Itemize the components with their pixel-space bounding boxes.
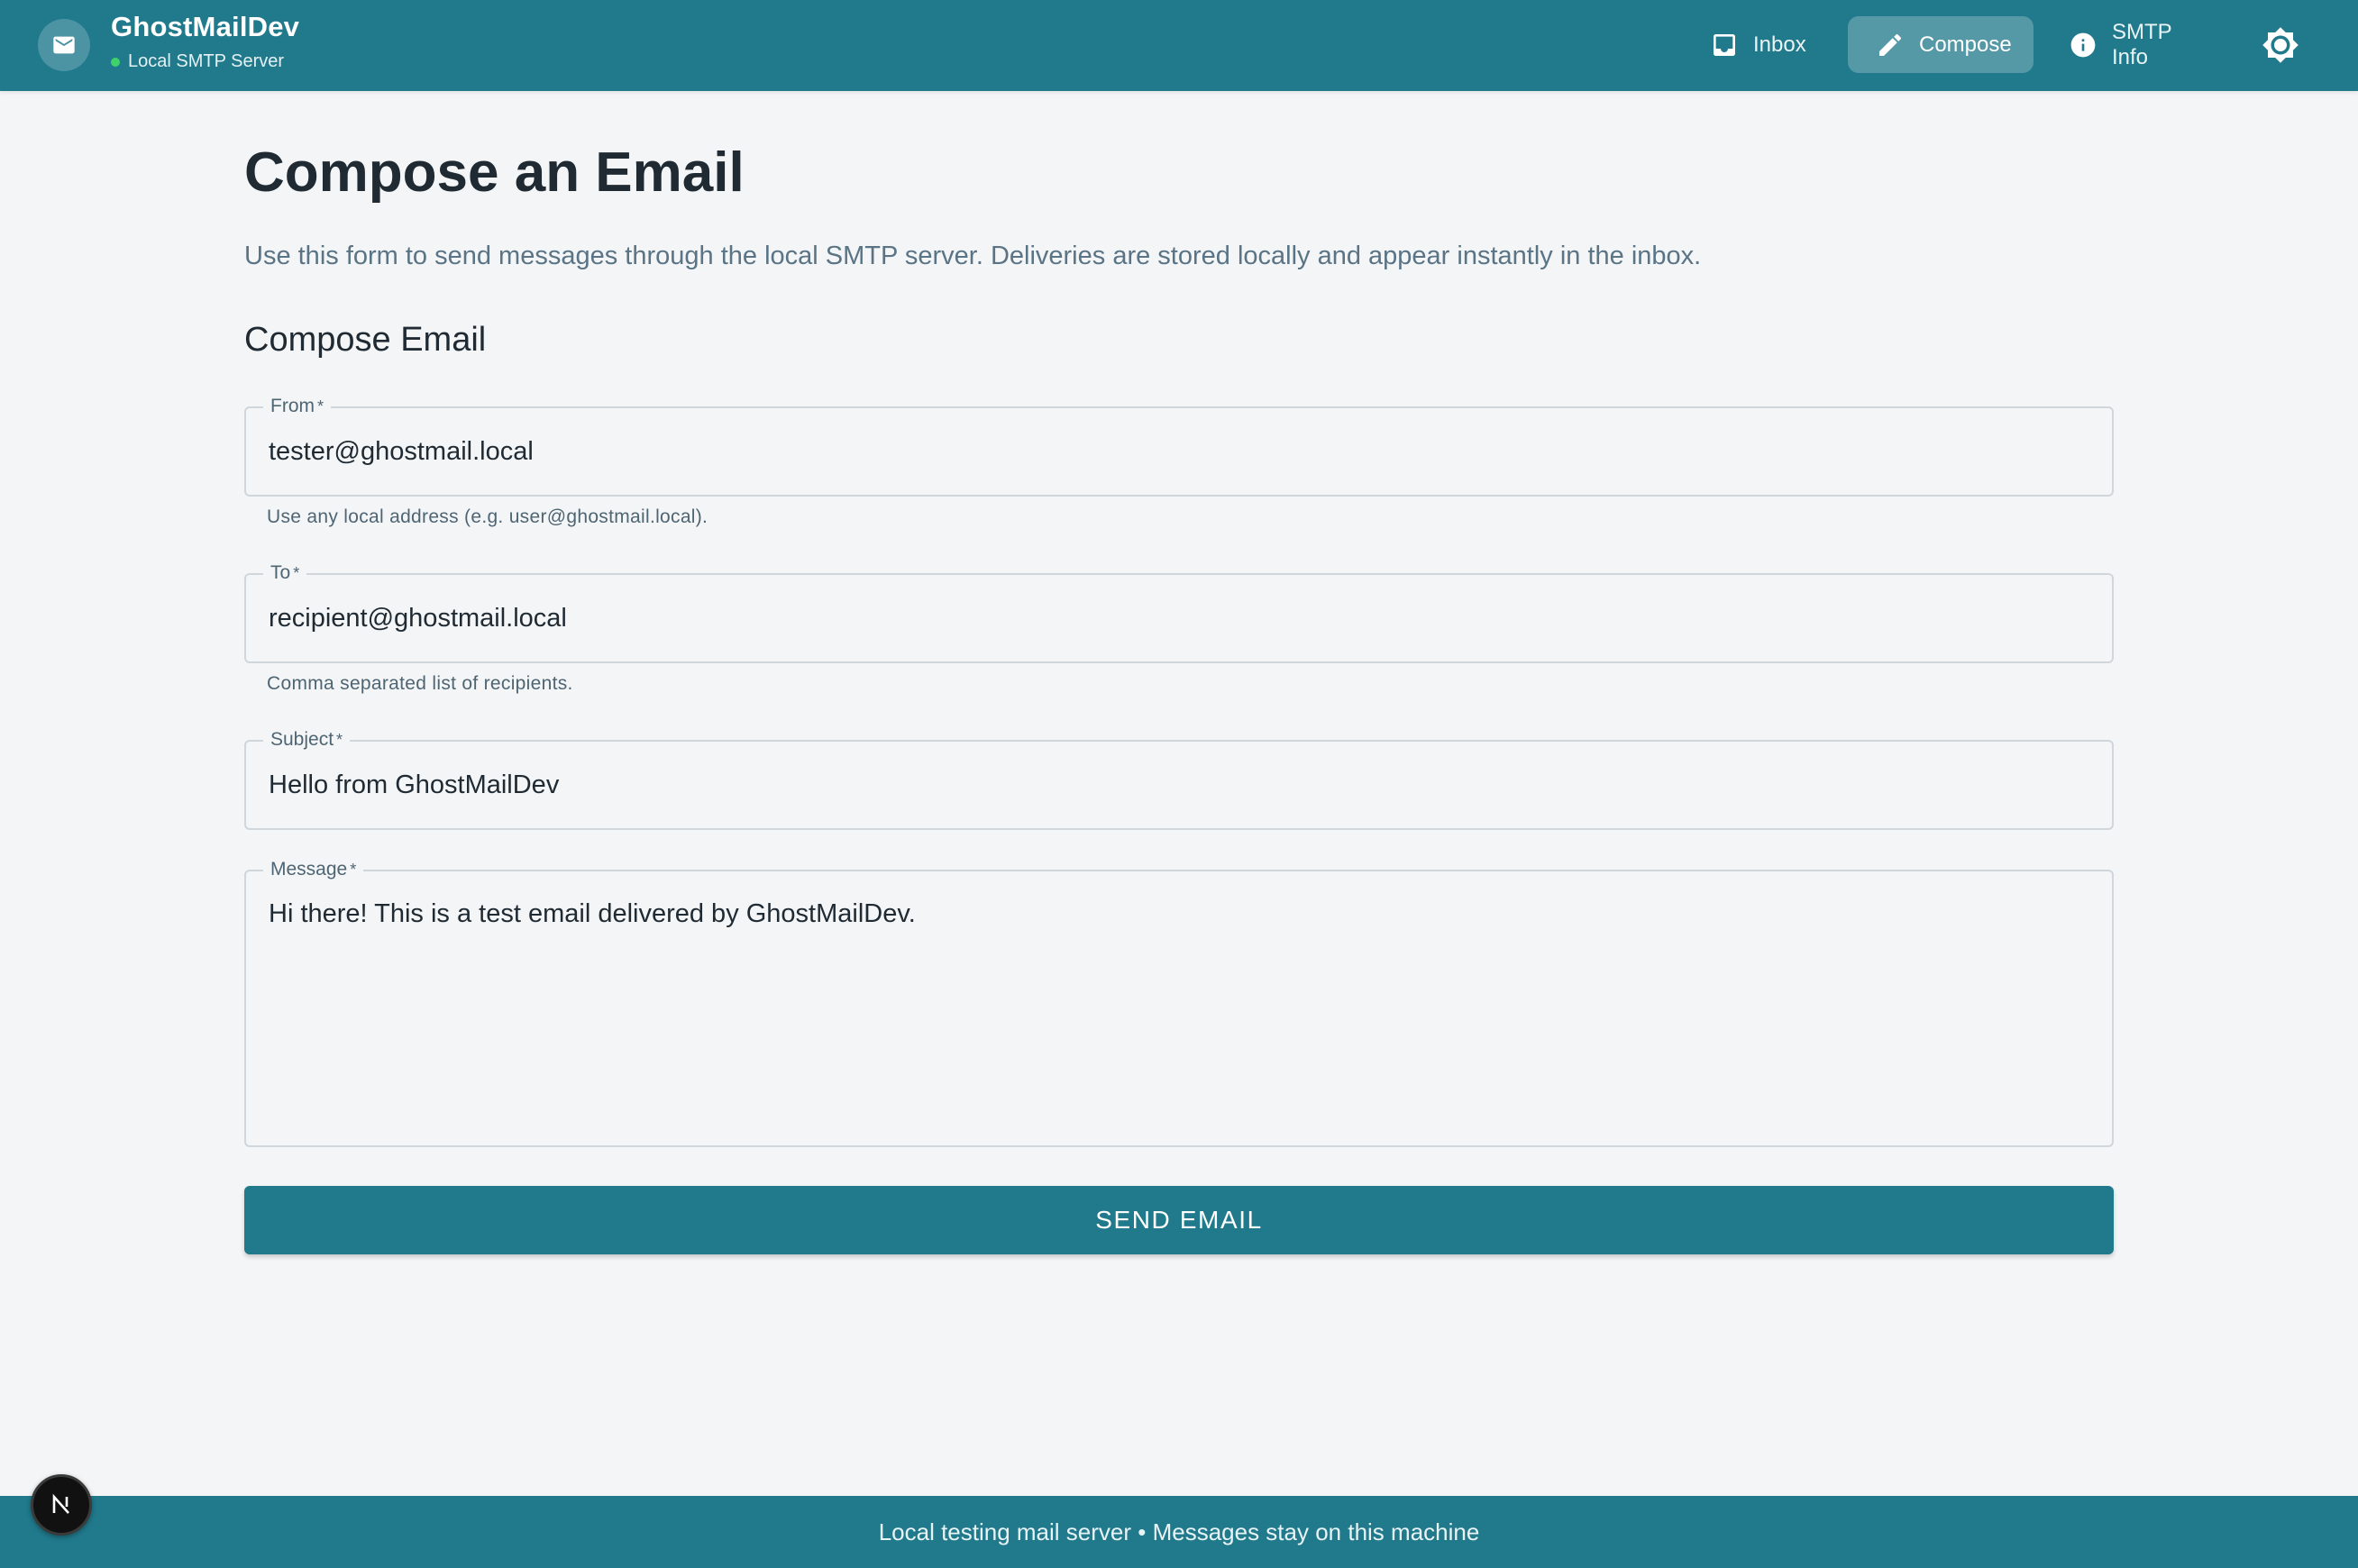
status-dot-icon bbox=[111, 57, 120, 67]
message-label: Message * bbox=[263, 857, 364, 882]
from-value[interactable]: tester@ghostmail.local bbox=[269, 437, 534, 467]
to-label-text: To bbox=[270, 562, 291, 583]
info-icon bbox=[2070, 32, 2096, 57]
server-status-text: Local SMTP Server bbox=[128, 51, 285, 71]
page-description: Use this form to send messages through t… bbox=[244, 242, 1702, 270]
required-mark: * bbox=[317, 397, 324, 415]
inbox-icon bbox=[1714, 33, 1735, 56]
app-header: GhostMailDev Local SMTP Server Inbox Com… bbox=[0, 0, 2358, 91]
required-mark: * bbox=[336, 731, 343, 749]
form-title: Compose Email bbox=[244, 321, 487, 359]
theme-toggle-button[interactable] bbox=[2254, 19, 2307, 71]
app-name: GhostMailDev bbox=[111, 11, 300, 42]
subject-field[interactable]: Subject * Hello from GhostMailDev bbox=[244, 727, 2114, 830]
subject-label: Subject * bbox=[263, 727, 351, 752]
app-footer: Local testing mail server • Messages sta… bbox=[0, 1496, 2358, 1568]
subject-label-text: Subject bbox=[270, 729, 334, 750]
subject-value[interactable]: Hello from GhostMailDev bbox=[269, 770, 559, 800]
server-status: Local SMTP Server bbox=[111, 51, 284, 72]
message-field[interactable]: Message * Hi there! This is a test email … bbox=[244, 857, 2114, 1147]
from-label-text: From bbox=[270, 396, 315, 416]
to-helper-text: Comma separated list of recipients. bbox=[267, 673, 573, 694]
required-mark: * bbox=[293, 564, 300, 582]
sun-icon bbox=[2262, 27, 2299, 63]
required-mark: * bbox=[350, 861, 357, 879]
nav-smtp-info-label: SMTP Info bbox=[2112, 19, 2172, 69]
send-email-button[interactable]: SEND EMAIL bbox=[244, 1186, 2114, 1254]
to-field[interactable]: To * recipient@ghostmail.local bbox=[244, 561, 2114, 663]
next-logo-icon bbox=[52, 1493, 69, 1514]
nav-compose-button[interactable]: Compose bbox=[1848, 16, 2034, 73]
nav-inbox-label: Inbox bbox=[1753, 32, 1806, 57]
footer-text: Local testing mail server • Messages sta… bbox=[878, 1518, 1480, 1545]
message-label-text: Message bbox=[270, 859, 348, 880]
mail-icon bbox=[38, 19, 90, 71]
dev-tools-badge[interactable] bbox=[31, 1474, 92, 1536]
nav-smtp-info-button[interactable]: SMTP Info bbox=[2041, 16, 2239, 73]
from-helper-text: Use any local address (e.g. user@ghostma… bbox=[267, 506, 708, 527]
from-label: From * bbox=[263, 394, 332, 419]
nav-compose-label: Compose bbox=[1919, 32, 2012, 57]
pencil-icon bbox=[1879, 33, 1902, 56]
message-value[interactable]: Hi there! This is a test email delivered… bbox=[269, 899, 916, 929]
from-field[interactable]: From * tester@ghostmail.local bbox=[244, 394, 2114, 497]
page-title: Compose an Email bbox=[244, 141, 745, 204]
to-label: To * bbox=[263, 561, 307, 586]
to-value[interactable]: recipient@ghostmail.local bbox=[269, 604, 567, 634]
nav-inbox-button[interactable]: Inbox bbox=[1682, 16, 1876, 73]
